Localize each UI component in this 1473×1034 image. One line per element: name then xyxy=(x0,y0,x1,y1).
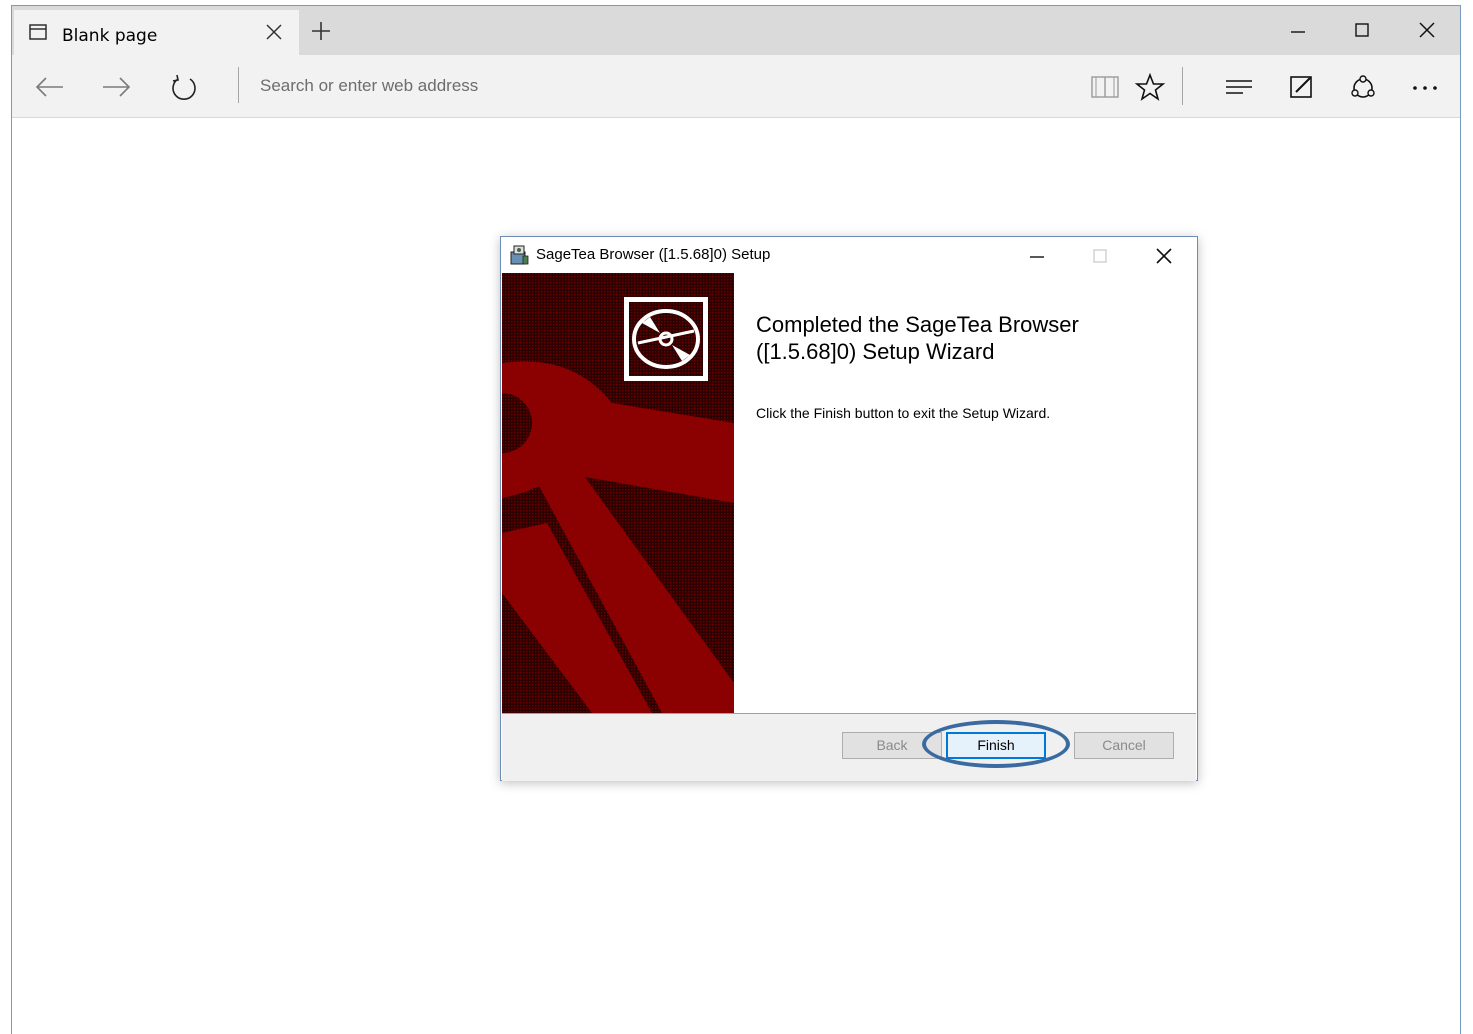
tab-blank-page[interactable]: Blank page xyxy=(14,10,299,55)
web-note-icon[interactable] xyxy=(1286,72,1318,102)
cancel-button[interactable]: Cancel xyxy=(1074,732,1174,759)
navigation-toolbar xyxy=(12,55,1460,118)
more-icon[interactable] xyxy=(1409,72,1441,102)
address-separator xyxy=(238,67,239,103)
tab-title: Blank page xyxy=(62,26,158,46)
address-input[interactable] xyxy=(252,69,1068,103)
setup-dialog: SageTea Browser ([1.5.68]0) Setup Comple… xyxy=(500,236,1198,781)
share-icon[interactable] xyxy=(1347,72,1379,102)
page-icon xyxy=(29,24,47,40)
toolbar-separator xyxy=(1182,67,1183,105)
dialog-titlebar: SageTea Browser ([1.5.68]0) Setup xyxy=(501,237,1197,273)
maximize-icon[interactable] xyxy=(1348,16,1376,44)
refresh-icon[interactable] xyxy=(168,72,200,102)
installer-icon xyxy=(510,245,529,265)
back-button: Back xyxy=(842,732,942,759)
dialog-close-icon[interactable] xyxy=(1151,243,1177,269)
reading-view-icon[interactable] xyxy=(1089,72,1121,102)
minimize-icon[interactable] xyxy=(1284,16,1312,44)
wizard-body-text: Click the Finish button to exit the Setu… xyxy=(756,405,1051,421)
dialog-title: SageTea Browser ([1.5.68]0) Setup xyxy=(536,246,771,263)
dialog-maximize-icon xyxy=(1093,249,1107,263)
dialog-minimize-icon[interactable] xyxy=(1024,243,1050,269)
star-icon[interactable] xyxy=(1134,72,1166,102)
window-close-icon[interactable] xyxy=(1413,16,1441,44)
dialog-footer: Back Finish Cancel xyxy=(502,713,1196,781)
plus-icon[interactable] xyxy=(310,20,332,42)
hub-icon[interactable] xyxy=(1223,72,1255,102)
close-icon[interactable] xyxy=(264,22,284,42)
back-arrow-icon[interactable] xyxy=(34,72,66,102)
wizard-banner-image xyxy=(502,273,734,713)
finish-button[interactable]: Finish xyxy=(946,732,1046,759)
tab-bar: Blank page xyxy=(12,6,1460,55)
forward-arrow-icon[interactable] xyxy=(100,72,132,102)
wizard-heading: Completed the SageTea Browser ([1.5.68]0… xyxy=(756,312,1079,364)
